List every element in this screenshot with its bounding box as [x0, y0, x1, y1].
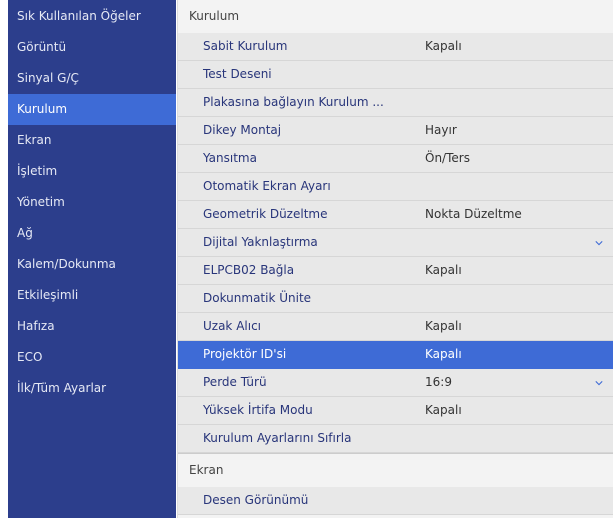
menu-row-pattern-display[interactable]: Desen Görünümü [178, 487, 613, 515]
menu-row-vertical-mount[interactable]: Dikey Montaj Hayır [178, 117, 613, 145]
sidebar-item-eco[interactable]: ECO [8, 342, 176, 373]
sidebar-item-memory[interactable]: Hafıza [8, 311, 176, 342]
menu-row-test-pattern[interactable]: Test Deseni [178, 61, 613, 89]
row-label: Test Deseni [203, 67, 272, 81]
chevron-down-icon[interactable] [595, 379, 603, 387]
menu-row-plate-installation[interactable]: Plakasına bağlayın Kurulum ... [178, 89, 613, 117]
row-label: Yansıtma [203, 151, 257, 165]
row-label: Otomatik Ekran Ayarı [203, 179, 331, 193]
row-label: ELPCB02 Bağla [203, 263, 295, 277]
row-label: Dikey Montaj [203, 123, 282, 137]
menu-row-elpcb02-connect[interactable]: ELPCB02 Bağla Kapalı [178, 257, 613, 285]
row-label: Desen Görünümü [203, 493, 309, 507]
row-label: Dokunmatik Ünite [203, 291, 312, 305]
menu-row-digital-zoom[interactable]: Dijital Yaknlaştırma [178, 229, 613, 257]
row-value: Nokta Düzeltme [425, 207, 522, 221]
menu-row-fixed-installation[interactable]: Sabit Kurulum Kapalı [178, 33, 613, 61]
row-value: Kapalı [425, 403, 462, 417]
row-label: Geometrik Düzeltme [203, 207, 328, 221]
menu-row-high-altitude-mode[interactable]: Yüksek İrtifa Modu Kapalı [178, 397, 613, 425]
next-section-title: Ekran [178, 453, 613, 487]
menu-row-projector-id[interactable]: Projektör ID'si Kapalı [178, 341, 613, 369]
menu-row-auto-screen-adjust[interactable]: Otomatik Ekran Ayarı [178, 173, 613, 201]
sidebar-item-management[interactable]: Yönetim [8, 187, 176, 218]
sidebar-item-initial-all-settings[interactable]: İlk/Tüm Ayarlar [8, 373, 176, 404]
sidebar-item-interactive[interactable]: Etkileşimli [8, 280, 176, 311]
row-label: Kurulum Ayarlarını Sıfırla [203, 431, 352, 445]
menu-row-screen-type[interactable]: Perde Türü 16:9 [178, 369, 613, 397]
row-value: Ön/Ters [425, 151, 470, 165]
menu-row-projection[interactable]: Yansıtma Ön/Ters [178, 145, 613, 173]
menu-row-reset-installation[interactable]: Kurulum Ayarlarını Sıfırla [178, 425, 613, 453]
row-value: Kapalı [425, 263, 462, 277]
row-value: Kapalı [425, 319, 462, 333]
row-value: 16:9 [425, 375, 452, 389]
chevron-down-icon[interactable] [595, 239, 603, 247]
row-label: Plakasına bağlayın Kurulum ... [203, 95, 384, 109]
section-title: Kurulum [178, 0, 613, 33]
sidebar-item-installation[interactable]: Kurulum [8, 94, 176, 125]
row-label: Dijital Yaknlaştırma [203, 235, 318, 249]
row-label: Sabit Kurulum [203, 39, 288, 53]
menu-row-geometry-correction[interactable]: Geometrik Düzeltme Nokta Düzeltme [178, 201, 613, 229]
menu-row-touch-unit[interactable]: Dokunmatik Ünite [178, 285, 613, 313]
row-value: Kapalı [425, 347, 462, 361]
sidebar-item-display[interactable]: Ekran [8, 125, 176, 156]
row-label: Perde Türü [203, 375, 267, 389]
menu-row-remote-receiver[interactable]: Uzak Alıcı Kapalı [178, 313, 613, 341]
sidebar-item-favorites[interactable]: Sık Kullanılan Öğeler [8, 0, 176, 32]
sidebar-item-signal-io[interactable]: Sinyal G/Ç [8, 63, 176, 94]
sidebar: Sık Kullanılan Öğeler Görüntü Sinyal G/Ç… [8, 0, 176, 518]
projector-menu: Sık Kullanılan Öğeler Görüntü Sinyal G/Ç… [8, 0, 613, 518]
sidebar-item-pen-touch[interactable]: Kalem/Dokunma [8, 249, 176, 280]
row-label: Uzak Alıcı [203, 319, 262, 333]
row-label: Yüksek İrtifa Modu [203, 403, 313, 417]
row-value: Hayır [425, 123, 457, 137]
row-label: Projektör ID'si [203, 347, 287, 361]
sidebar-item-image[interactable]: Görüntü [8, 32, 176, 63]
sidebar-item-operation[interactable]: İşletim [8, 156, 176, 187]
sidebar-item-network[interactable]: Ağ [8, 218, 176, 249]
settings-panel: Kurulum Sabit Kurulum Kapalı Test Deseni… [177, 0, 613, 518]
row-value: Kapalı [425, 39, 462, 53]
